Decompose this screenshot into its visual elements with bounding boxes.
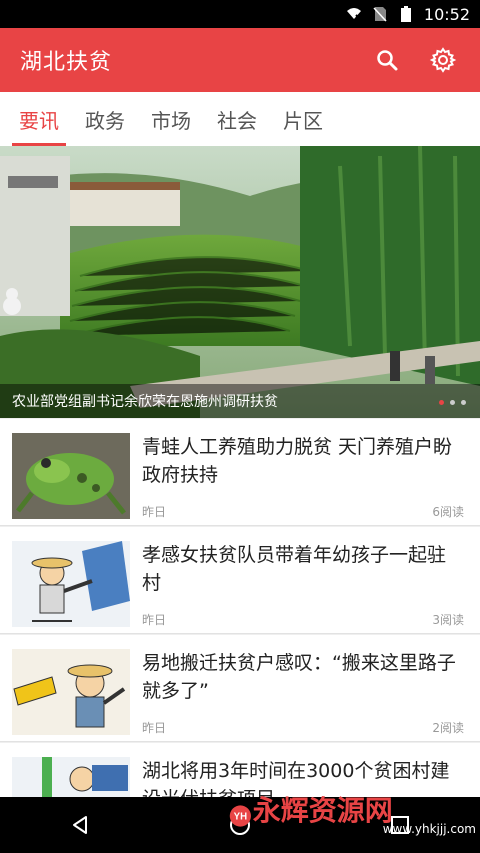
watermark-url: www.yhkjjj.com bbox=[382, 822, 476, 836]
news-date: 昨日 bbox=[142, 721, 167, 735]
hero-photo bbox=[0, 146, 480, 418]
carousel-dots bbox=[439, 400, 466, 405]
news-thumbnail bbox=[12, 433, 130, 519]
watermark-logo: YH bbox=[229, 805, 251, 827]
watermark: YH 永辉资源网 www.yhkjjj.com bbox=[228, 786, 476, 846]
news-date: 昨日 bbox=[142, 613, 167, 627]
news-item[interactable]: 易地搬迁扶贫户感叹：“搬来这里路子就多了” 昨日 2阅读 bbox=[0, 635, 480, 742]
carousel-dot bbox=[439, 400, 444, 405]
news-date: 昨日 bbox=[142, 505, 167, 519]
news-title: 青蛙人工养殖助力脱贫 天门养殖户盼政府扶持 bbox=[142, 436, 453, 486]
news-reads: 3阅读 bbox=[432, 613, 464, 627]
carousel-dot bbox=[450, 400, 455, 405]
search-button[interactable] bbox=[364, 37, 410, 83]
app-bar: 湖北扶贫 bbox=[0, 28, 480, 92]
news-title: 孝感女扶贫队员带着年幼孩子一起驻村 bbox=[142, 544, 447, 594]
news-reads: 6阅读 bbox=[432, 505, 464, 519]
hero-banner[interactable]: 农业部党组副书记余欣荣在恩施州调研扶贫 bbox=[0, 146, 480, 418]
news-title: 易地搬迁扶贫户感叹：“搬来这里路子就多了” bbox=[142, 652, 456, 702]
category-tabs: 要讯 政务 市场 社会 片区 bbox=[0, 92, 480, 146]
tab-yaoxun[interactable]: 要讯 bbox=[6, 92, 72, 146]
search-icon bbox=[377, 50, 398, 71]
news-reads: 2阅读 bbox=[432, 721, 464, 735]
hero-caption: 农业部党组副书记余欣荣在恩施州调研扶贫 bbox=[0, 384, 480, 418]
news-item[interactable]: 青蛙人工养殖助力脱贫 天门养殖户盼政府扶持 昨日 6阅读 bbox=[0, 419, 480, 526]
svg-text:YH: YH bbox=[234, 812, 247, 823]
news-thumbnail bbox=[12, 541, 130, 627]
sim-off-icon bbox=[372, 6, 388, 22]
status-time: 10:52 bbox=[423, 4, 470, 24]
settings-button[interactable] bbox=[420, 37, 466, 83]
battery-icon bbox=[398, 6, 414, 22]
back-button[interactable] bbox=[56, 801, 104, 849]
news-thumbnail bbox=[12, 649, 130, 735]
settings-gear-icon bbox=[429, 47, 457, 73]
status-bar: 10:52 bbox=[0, 0, 480, 28]
tab-zhengwu[interactable]: 政务 bbox=[72, 92, 138, 146]
tab-pianqu[interactable]: 片区 bbox=[270, 92, 336, 146]
app-title: 湖北扶贫 bbox=[20, 50, 113, 75]
carousel-dot bbox=[461, 400, 466, 405]
back-triangle-icon bbox=[73, 816, 87, 834]
news-item[interactable]: 孝感女扶贫队员带着年幼孩子一起驻村 昨日 3阅读 bbox=[0, 527, 480, 634]
wifi-off-icon bbox=[346, 6, 362, 22]
tab-shichang[interactable]: 市场 bbox=[138, 92, 204, 146]
tab-shehui[interactable]: 社会 bbox=[204, 92, 270, 146]
